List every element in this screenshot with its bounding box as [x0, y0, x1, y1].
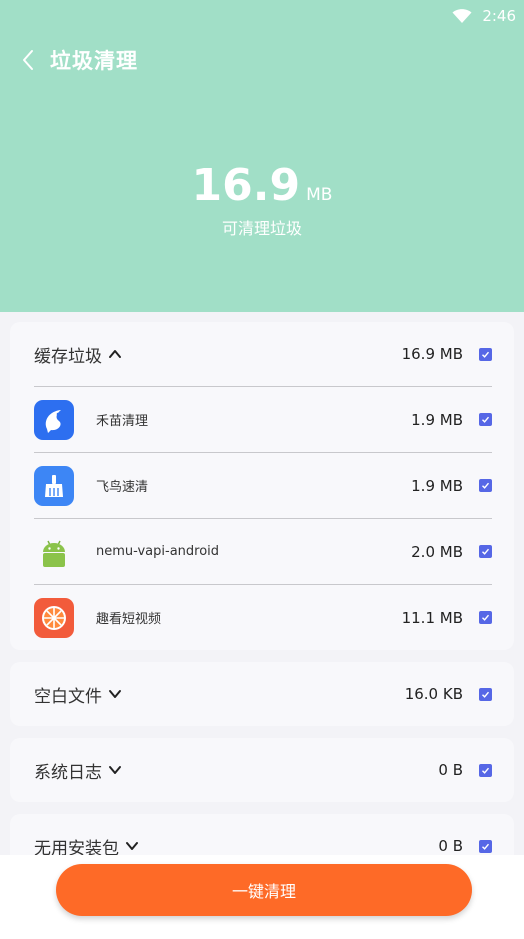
item-checkbox[interactable]: [479, 479, 492, 492]
junk-size-unit: MB: [306, 185, 333, 205]
check-icon: [482, 767, 490, 774]
check-icon: [482, 351, 490, 358]
orange-slice-icon: [34, 597, 74, 638]
list-item[interactable]: nemu-vapi-android 2.0 MB: [34, 518, 492, 584]
one-click-clean-button[interactable]: 一键清理: [56, 864, 472, 916]
section-system-logs: 系统日志 0 B: [10, 738, 514, 802]
topbar: 垃圾清理: [0, 40, 524, 80]
back-button[interactable]: [6, 40, 50, 80]
app-name: 趣看短视频: [96, 612, 162, 627]
item-checkbox[interactable]: [479, 611, 492, 624]
app-size: 2.0 MB: [411, 542, 463, 561]
junk-list[interactable]: 缓存垃圾 16.9 MB 禾苗清理 1.9 MB 飞鸟速清 1.9 MB nem…: [0, 312, 524, 855]
section-title: 系统日志: [34, 762, 102, 783]
section-size: 16.9 MB: [401, 345, 463, 363]
section-size: 0 B: [438, 837, 463, 855]
chevron-down-icon: [109, 766, 121, 774]
section-checkbox[interactable]: [479, 763, 492, 777]
section-checkbox[interactable]: [479, 839, 492, 853]
list-item[interactable]: 禾苗清理 1.9 MB: [34, 386, 492, 452]
section-header-blank-files[interactable]: 空白文件 16.0 KB: [10, 662, 514, 726]
app-size: 1.9 MB: [411, 410, 463, 429]
section-header-system-logs[interactable]: 系统日志 0 B: [10, 738, 514, 802]
app-size: 11.1 MB: [401, 608, 463, 627]
app-name: nemu-vapi-android: [96, 544, 220, 559]
section-blank-files: 空白文件 16.0 KB: [10, 662, 514, 726]
chevron-down-icon: [126, 842, 138, 850]
junk-size-value: 16.9: [191, 160, 301, 211]
section-size: 0 B: [438, 761, 463, 779]
section-checkbox[interactable]: [479, 347, 492, 361]
check-icon: [482, 691, 490, 698]
check-icon: [482, 548, 490, 555]
item-checkbox[interactable]: [479, 545, 492, 558]
app-size: 1.9 MB: [411, 476, 463, 495]
app-name: 禾苗清理: [96, 414, 149, 429]
chevron-up-icon: [109, 350, 121, 358]
status-time: 2:46: [482, 7, 516, 25]
section-checkbox[interactable]: [479, 687, 492, 701]
app-name: 飞鸟速清: [96, 480, 149, 495]
check-icon: [482, 843, 490, 850]
section-header-cache-junk[interactable]: 缓存垃圾 16.9 MB: [10, 322, 514, 386]
list-item[interactable]: 飞鸟速清 1.9 MB: [34, 452, 492, 518]
junk-summary: 16.9 MB 可清理垃圾: [0, 160, 524, 239]
chevron-down-icon: [109, 690, 121, 698]
check-icon: [482, 416, 490, 423]
section-useless-packages: 无用安装包 0 B: [10, 814, 514, 855]
android-icon: [34, 532, 74, 572]
status-bar: 2:46: [0, 0, 524, 32]
fish-icon: [34, 399, 74, 440]
section-title: 缓存垃圾: [34, 346, 102, 367]
section-title: 空白文件: [34, 686, 102, 707]
check-icon: [482, 482, 490, 489]
section-size: 16.0 KB: [404, 685, 463, 703]
junk-caption: 可清理垃圾: [221, 219, 302, 238]
item-checkbox[interactable]: [479, 413, 492, 426]
check-icon: [482, 614, 490, 621]
section-cache-junk: 缓存垃圾 16.9 MB 禾苗清理 1.9 MB 飞鸟速清 1.9 MB nem…: [10, 322, 514, 650]
section-title: 无用安装包: [34, 838, 119, 856]
chevron-left-icon: [23, 50, 33, 70]
broom-icon: [34, 465, 74, 506]
wifi-icon: [452, 9, 472, 23]
list-item[interactable]: 趣看短视频 11.1 MB: [34, 584, 492, 650]
section-header-useless-packages[interactable]: 无用安装包 0 B: [10, 814, 514, 855]
page-title: 垃圾清理: [50, 49, 138, 73]
